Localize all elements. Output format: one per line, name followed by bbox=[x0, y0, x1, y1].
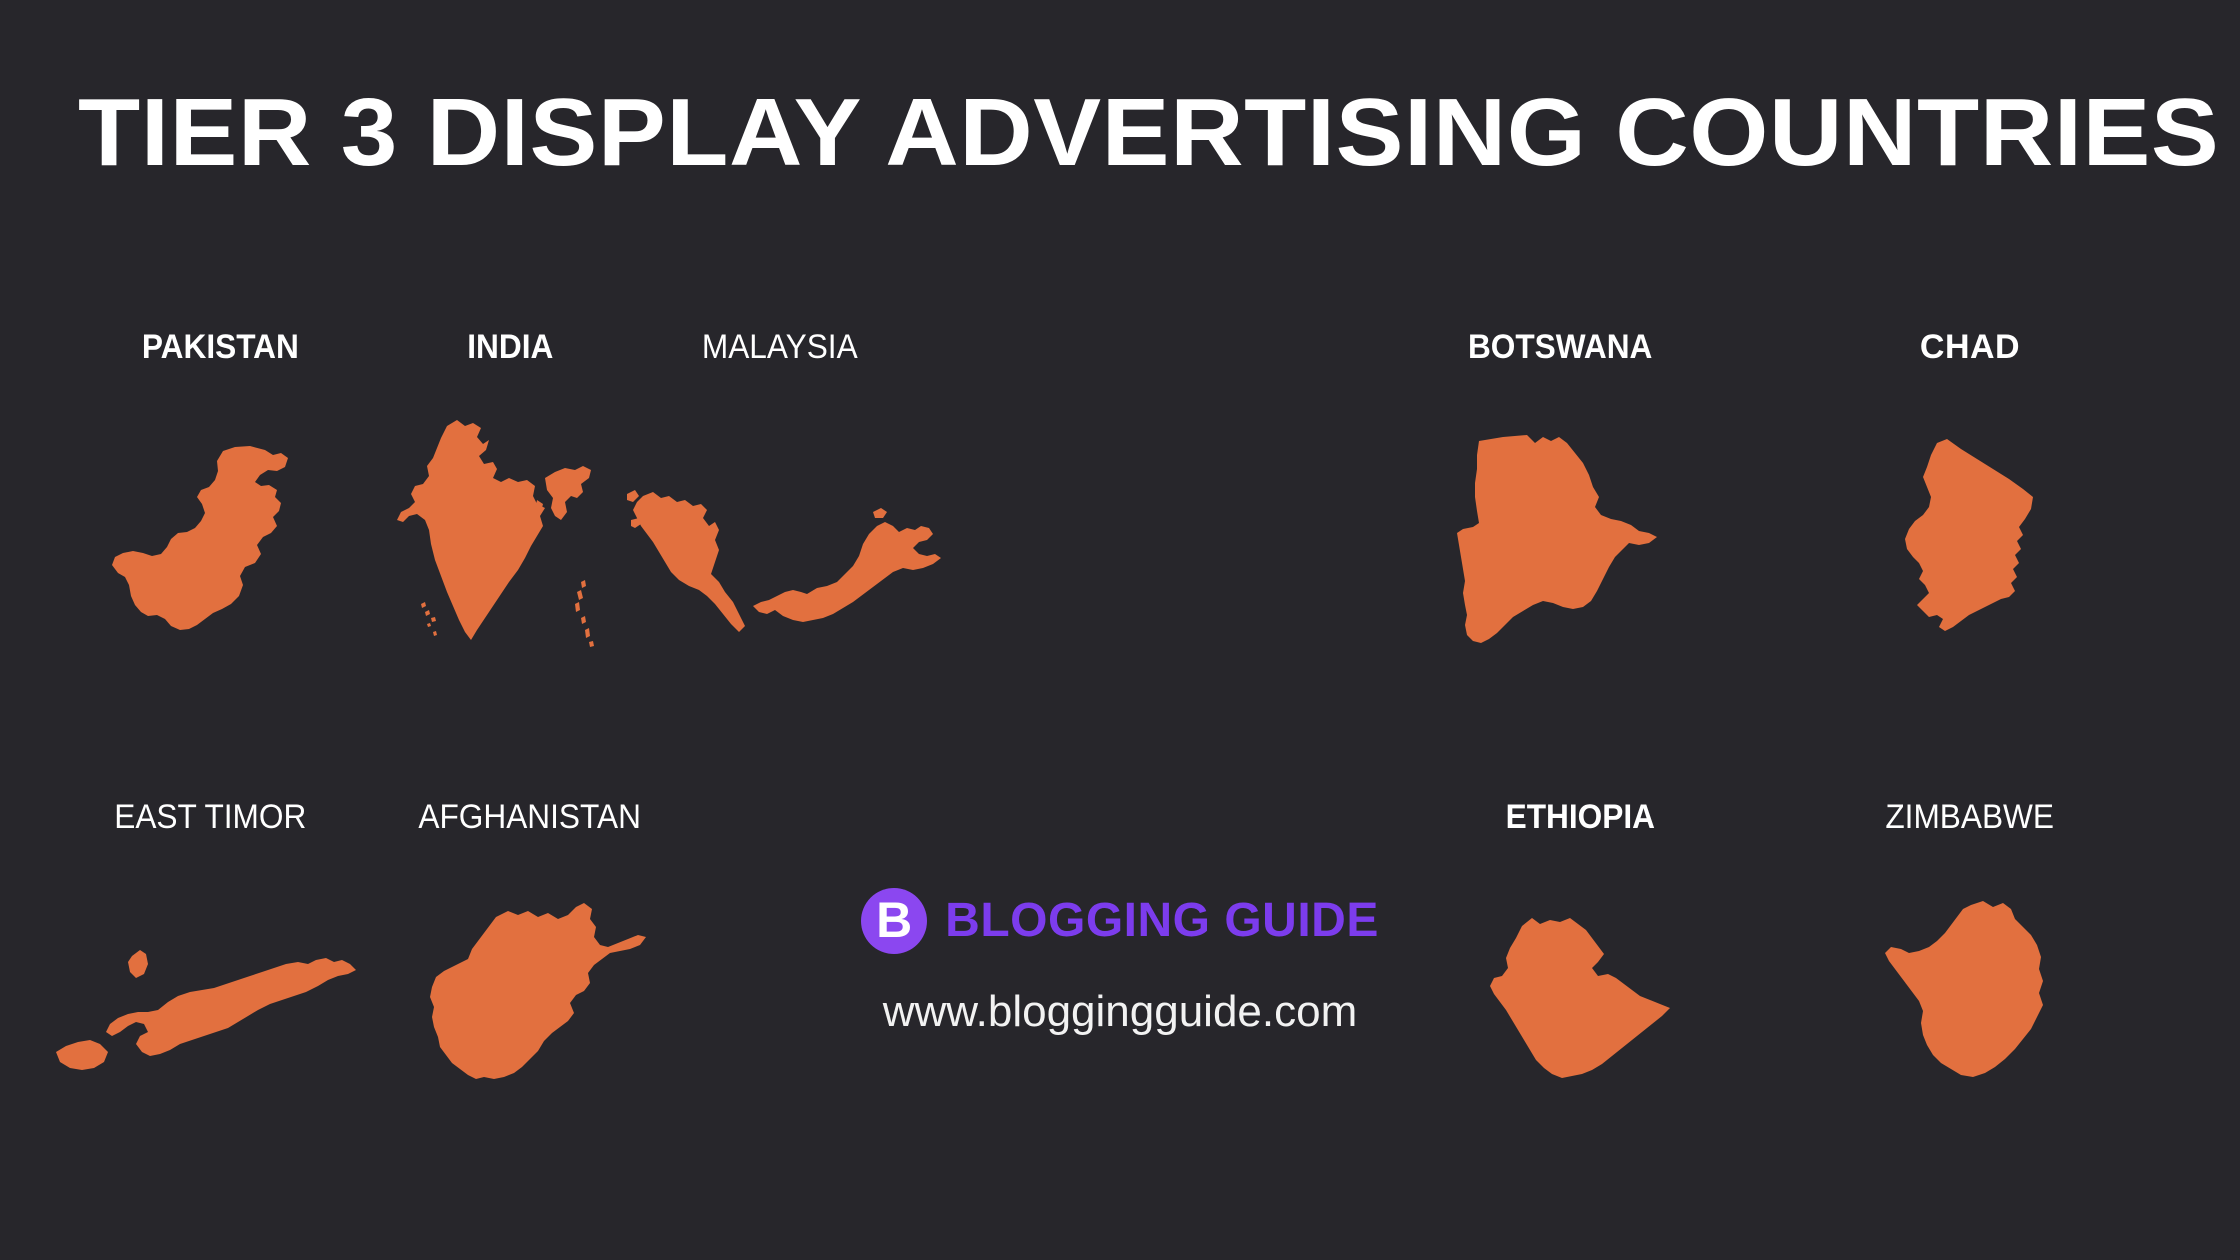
chad-map bbox=[1895, 406, 2045, 686]
country-label-botswana: BOTSWANA bbox=[1467, 328, 1653, 366]
page-title: TIER 3 DISPLAY ADVERTISING COUNTRIES bbox=[78, 79, 2220, 186]
brand-footer: B BLOGGING GUIDE www.bloggingguide.com bbox=[0, 888, 2240, 1034]
country-label-india: INDIA bbox=[466, 328, 554, 366]
botswana-map-svg bbox=[1456, 435, 1657, 643]
pakistan-map-svg bbox=[112, 446, 288, 630]
malaysia-map-svg bbox=[627, 490, 941, 632]
pakistan-map bbox=[105, 408, 335, 688]
country-label-ethiopia: ETHIOPIA bbox=[1505, 798, 1655, 836]
brand-logo-row: B BLOGGING GUIDE bbox=[861, 888, 1379, 954]
brand-badge-letter: B bbox=[876, 892, 913, 948]
botswana-map bbox=[1453, 402, 1668, 682]
country-label-pakistan: PAKISTAN bbox=[141, 328, 299, 366]
brand-url: www.bloggingguide.com bbox=[882, 987, 1358, 1036]
malaysia-map bbox=[615, 424, 945, 704]
country-label-afghanistan: AFGHANISTAN bbox=[418, 798, 642, 836]
brand-name: BLOGGING GUIDE bbox=[945, 894, 1379, 947]
country-card-botswana: BOTSWANA bbox=[1380, 330, 1740, 682]
country-card-malaysia: MALAYSIA bbox=[580, 330, 980, 704]
brand-badge-icon: B bbox=[861, 888, 928, 954]
country-label-chad: CHAD bbox=[1919, 328, 2021, 366]
infographic-canvas: TIER 3 DISPLAY ADVERTISING COUNTRIES PAK… bbox=[0, 0, 2240, 1260]
country-card-chad: CHAD bbox=[1790, 330, 2150, 686]
country-label-zimbabwe: ZIMBABWE bbox=[1885, 798, 2055, 836]
country-label-malaysia: MALAYSIA bbox=[702, 328, 858, 366]
country-label-east-timor: EAST TIMOR bbox=[113, 798, 307, 836]
chad-map-svg bbox=[1905, 439, 2033, 631]
